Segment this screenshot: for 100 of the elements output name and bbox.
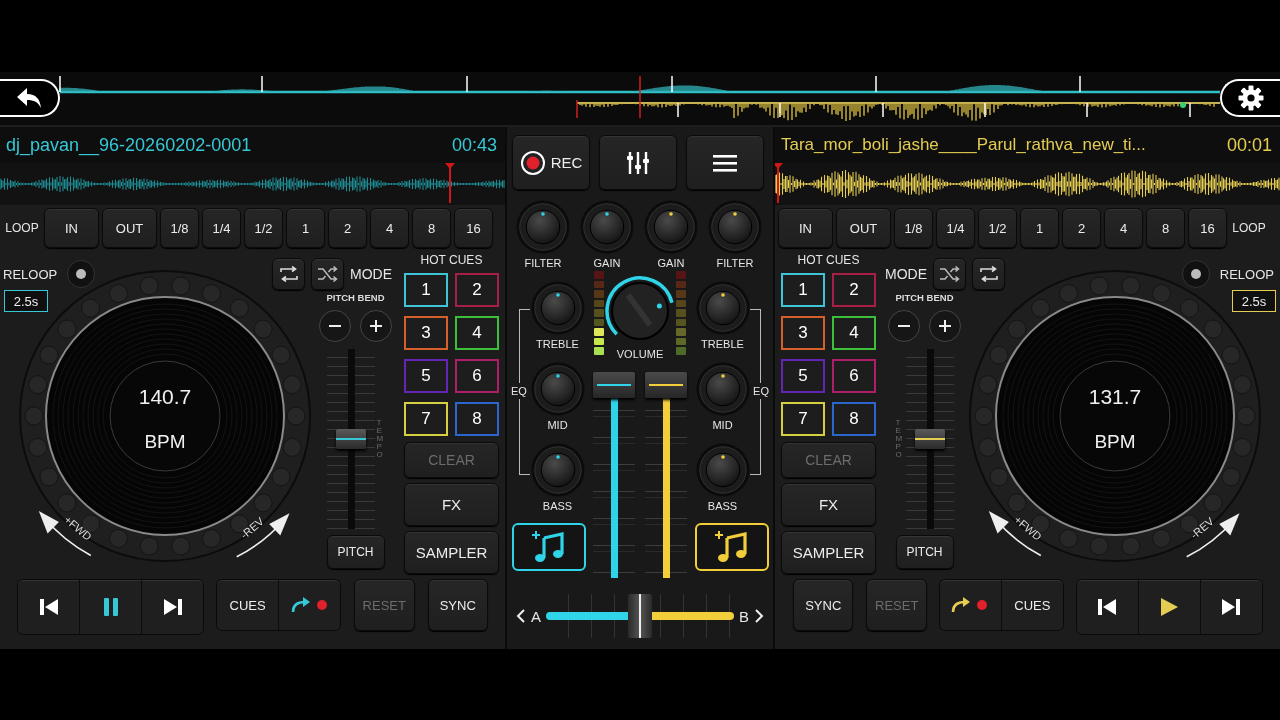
hot-cue-pad[interactable]: 5 [781, 359, 825, 393]
mode-label: MODE [885, 266, 927, 282]
fx-button[interactable]: FX [781, 483, 876, 526]
menu-button[interactable] [686, 135, 764, 190]
mixer-settings-button[interactable] [599, 135, 677, 190]
add-music-button[interactable] [511, 523, 586, 571]
loop-button[interactable]: 1/4 [202, 208, 241, 248]
tempo-label: TEMPO [895, 419, 904, 459]
mode-label: MODE [350, 266, 392, 282]
loop-button[interactable]: 2 [1062, 208, 1101, 248]
pitch-bend-label: PITCH BEND [326, 292, 385, 305]
pitch-bend-label: PITCH BEND [895, 292, 954, 305]
loop-button[interactable]: 1 [286, 208, 325, 248]
shuffle-icon [938, 266, 961, 282]
hot-cue-pad[interactable]: 1 [404, 273, 448, 307]
knob-label: BASS [707, 500, 738, 512]
bpm-unit: BPM [144, 431, 186, 453]
hot-cue-pad[interactable]: 2 [455, 273, 499, 307]
shuffle-button[interactable] [933, 258, 966, 290]
next-icon [1220, 596, 1243, 618]
loop-button[interactable]: 1/2 [244, 208, 283, 248]
loop-time-badge: 2.5s [1232, 290, 1276, 312]
loop-button[interactable]: IN [44, 208, 99, 248]
bpm-unit: BPM [1094, 431, 1136, 453]
repeat-button[interactable] [272, 258, 305, 290]
loop-button[interactable]: 8 [1146, 208, 1185, 248]
hot-cue-pad[interactable]: 7 [781, 402, 825, 436]
hot-cue-pad[interactable]: 2 [832, 273, 876, 307]
track-time: 00:01 [1226, 134, 1272, 156]
sync-button[interactable]: SYNC [793, 579, 854, 631]
loop-button[interactable]: 4 [370, 208, 409, 248]
plus-icon [938, 319, 952, 333]
loop-button[interactable]: 4 [1104, 208, 1143, 248]
hot-cue-pad[interactable]: 8 [455, 402, 499, 436]
loop-button[interactable]: 2 [328, 208, 367, 248]
knob-label: GAIN [657, 257, 685, 269]
back-icon [15, 86, 43, 110]
pitch-down-button[interactable] [888, 310, 920, 342]
loop-time-badge: 2.5s [4, 290, 48, 312]
cues-button[interactable]: CUES [217, 580, 279, 630]
loop-label: LOOP [1231, 221, 1267, 235]
knob-label: TREBLE [536, 338, 579, 350]
knob-label: FILTER [524, 257, 562, 269]
loop-button[interactable]: 1/8 [160, 208, 199, 248]
hot-cue-pad[interactable]: 1 [781, 273, 825, 307]
reloop-label: RELOOP [3, 266, 58, 282]
hot-cue-pad[interactable]: 4 [832, 316, 876, 350]
loop-button[interactable]: OUT [836, 208, 891, 248]
loop-button[interactable]: 16 [454, 208, 493, 248]
add-music-button[interactable] [694, 523, 769, 571]
loop-button[interactable]: 1/4 [936, 208, 975, 248]
loop-button[interactable]: 1 [1020, 208, 1059, 248]
pitch-up-button[interactable] [929, 310, 961, 342]
hot-cue-pad[interactable]: 3 [781, 316, 825, 350]
repeat-icon [978, 266, 999, 282]
pitch-down-button[interactable] [319, 310, 351, 342]
track-title: Tara_mor_boli_jashe____Parul_rathva_new_ti... [781, 135, 1146, 155]
sliders-icon [625, 149, 651, 176]
reloop-button[interactable] [1181, 260, 1210, 288]
record-button[interactable]: REC [512, 135, 590, 190]
sampler-button[interactable]: SAMPLER [404, 531, 499, 574]
hot-cue-pad[interactable]: 8 [832, 402, 876, 436]
reloop-button[interactable] [67, 260, 96, 288]
tempo-label: TEMPO [376, 419, 385, 459]
hot-cues-label: HOT CUES [420, 253, 483, 269]
loop-button[interactable]: 16 [1188, 208, 1227, 248]
hot-cue-pad[interactable]: 7 [404, 402, 448, 436]
fwd-arrow [988, 511, 1042, 557]
loop-button[interactable]: 8 [412, 208, 451, 248]
volume-label: VOLUME [616, 348, 664, 360]
pitch-button[interactable]: PITCH [326, 535, 385, 569]
menu-icon [712, 152, 738, 173]
sampler-button[interactable]: SAMPLER [781, 531, 876, 574]
fx-button[interactable]: FX [404, 483, 499, 526]
loop-button[interactable]: 1/2 [978, 208, 1017, 248]
hot-cue-pad[interactable]: 4 [455, 316, 499, 350]
pitch-button[interactable]: PITCH [895, 535, 954, 569]
loop-label: LOOP [4, 221, 40, 235]
track-time: 00:43 [451, 134, 497, 156]
hot-cue-pad[interactable]: 6 [832, 359, 876, 393]
loop-button[interactable]: IN [778, 208, 833, 248]
shuffle-button[interactable] [311, 258, 344, 290]
pitch-up-button[interactable] [360, 310, 392, 342]
back-button[interactable] [0, 79, 60, 117]
settings-button[interactable] [1220, 79, 1280, 117]
cues-button[interactable]: CUES [1001, 580, 1063, 630]
arrow-record-icon [289, 595, 330, 615]
knob-label: FILTER [716, 257, 754, 269]
loop-button[interactable]: OUT [102, 208, 157, 248]
repeat-button[interactable] [972, 258, 1005, 290]
loop-button[interactable]: 1/8 [894, 208, 933, 248]
bpm-value: 140.7 [138, 385, 192, 409]
hot-cue-pad[interactable]: 3 [404, 316, 448, 350]
sync-button[interactable]: SYNC [427, 579, 488, 631]
knob-label: TREBLE [701, 338, 744, 350]
shuffle-icon [316, 266, 339, 282]
chevron-left-icon [516, 608, 526, 624]
hot-cue-pad[interactable]: 6 [455, 359, 499, 393]
previous-icon [37, 596, 60, 618]
hot-cue-pad[interactable]: 5 [404, 359, 448, 393]
